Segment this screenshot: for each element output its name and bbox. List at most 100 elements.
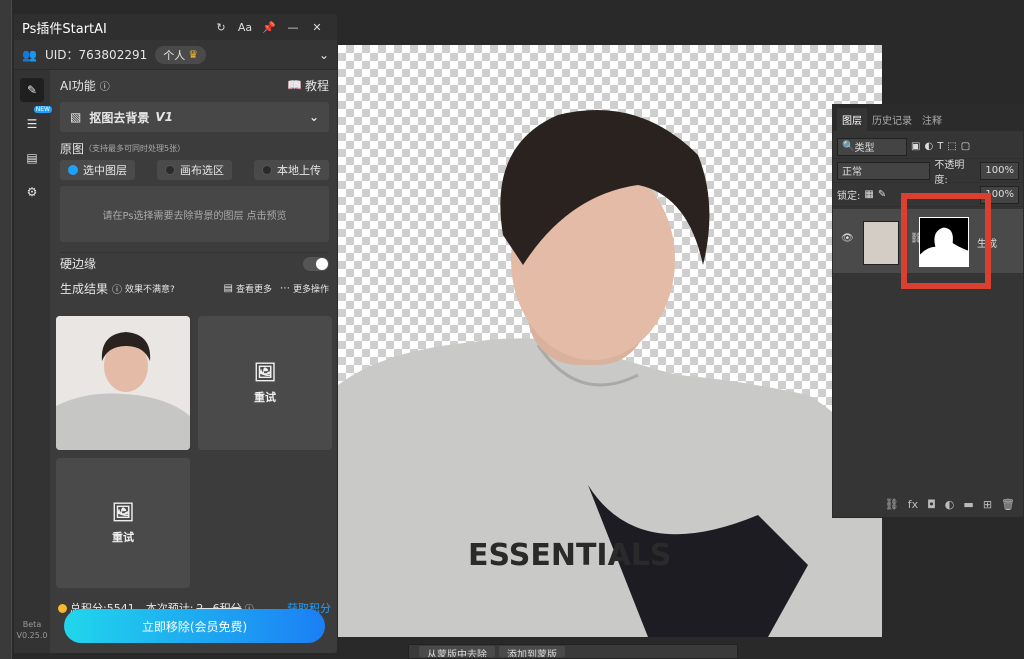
opacity-input[interactable]: 100% (980, 161, 1019, 180)
tab-history[interactable]: 历史记录 (867, 108, 917, 131)
layers-panel: 图层 历史记录 注释 🔍 类型 ▣ ◐ T ⬚ ▢ 正常 不透明度: 100% 锁… (832, 104, 1024, 518)
feature-label: 抠图去背景 (89, 110, 150, 125)
account-badge[interactable]: 个人 ♛ (155, 45, 207, 64)
link-layers-icon[interactable]: ⛓ (885, 498, 899, 511)
user-bar: 👥 UID：763802291 个人 ♛ ⌄ (14, 40, 337, 70)
brush-tool-button[interactable]: ✎ (20, 78, 44, 102)
hard-edge-toggle[interactable] (303, 256, 329, 271)
font-size-icon[interactable]: Aa (233, 21, 257, 34)
unsatisfied-link[interactable]: 效果不满意? (125, 282, 175, 295)
remove-now-button[interactable]: 立即移除(会员免费) (64, 609, 325, 643)
tab-layers[interactable]: 图层 (837, 108, 867, 131)
clipboard-tool-button[interactable]: ▤ (20, 146, 44, 170)
option-local-upload[interactable]: 本地上传 (254, 160, 329, 180)
text-filter-icon[interactable]: T (937, 141, 943, 152)
add-mask-button[interactable]: 添加到蒙版 (499, 646, 565, 657)
svg-text:ESSENTIALS: ESSENTIALS (468, 538, 672, 573)
lock-transparent-icon[interactable]: ▦ (864, 189, 873, 200)
user-icon: 👥 (22, 47, 37, 62)
minimize-icon[interactable]: — (281, 21, 305, 34)
adjust-filter-icon[interactable]: ◐ (924, 141, 933, 152)
gallery-icon: ▤ (223, 282, 233, 294)
uid-label: UID：763802291 (44, 48, 148, 62)
settings-button[interactable]: ⚙ (20, 180, 44, 204)
layer-thumbnail (863, 221, 899, 265)
more-actions-link[interactable]: 更多操作 (293, 282, 329, 295)
blend-mode-select[interactable]: 正常 (837, 161, 931, 180)
see-more-link[interactable]: 查看更多 (236, 282, 272, 295)
add-mask-icon[interactable]: ◘ (927, 498, 936, 511)
close-icon[interactable]: ✕ (305, 21, 329, 34)
tab-notes[interactable]: 注释 (917, 108, 947, 131)
info-icon[interactable]: ⓘ (112, 281, 122, 296)
pin-icon[interactable]: 📌 (257, 21, 281, 34)
image-filter-icon[interactable]: ▣ (911, 141, 920, 152)
info-icon[interactable]: ⓘ (100, 78, 110, 93)
plugin-main: AI功能 ⓘ 📖 教程 ▧ 抠图去背景 V1 ⌄ 原图 （支持最多可同时处理5张… (50, 70, 337, 653)
group-folder-icon[interactable]: ▬ (963, 498, 973, 511)
clipboard-icon: ▤ (26, 151, 38, 165)
option-selected-layer[interactable]: 选中图层 (60, 160, 135, 180)
lock-pixels-icon[interactable]: ✎ (878, 189, 886, 200)
gear-icon: ⚙ (26, 185, 38, 199)
crown-icon: ♛ (188, 48, 199, 61)
tutorial-link[interactable]: 教程 (305, 77, 329, 94)
result-thumbnail[interactable] (56, 316, 190, 450)
option-canvas-selection[interactable]: 画布选区 (157, 160, 232, 180)
source-hint-box: 请在Ps选择需要去除背景的图层 点击预览 (60, 186, 329, 242)
plugin-sidebar: ✎ ☰ NEW ▤ ⚙ Beta V0.25.0 (14, 70, 52, 653)
layers-footer: ⛓ fx ◘ ◐ ▬ ⊞ 🗑 (833, 491, 1023, 517)
layers-tabs: 图层 历史记录 注释 (833, 105, 1023, 131)
radio-icon (165, 165, 175, 175)
retry-card[interactable]: 🖼 重试 (56, 458, 190, 588)
feature-select[interactable]: ▧ 抠图去背景 V1 ⌄ (60, 102, 329, 132)
points-dot-icon (58, 603, 67, 613)
beta-label: Beta (22, 620, 42, 629)
preview-link[interactable]: 点击预览 (247, 207, 287, 222)
startai-panel: Ps插件StartAI ↻ Aa 📌 — ✕ 👥 UID：763802291 个… (13, 13, 338, 654)
version-label: V0.25.0 (16, 631, 48, 640)
refresh-icon[interactable]: ↻ (209, 21, 233, 34)
retry-label: 重试 (254, 390, 276, 404)
brush-icon: ✎ (26, 83, 38, 97)
fx-icon[interactable]: fx (908, 498, 918, 511)
eye-icon[interactable]: 👁 (841, 233, 854, 244)
subtract-mask-button[interactable]: 从蒙版中去除 (419, 646, 495, 657)
new-layer-icon[interactable]: ⊞ (983, 498, 992, 511)
opacity-label: 不透明度: (934, 159, 965, 186)
result-image (56, 316, 190, 450)
kind-label: 类型 (854, 143, 875, 154)
chevron-down-icon: ⌄ (308, 110, 319, 124)
account-label: 个人 (163, 48, 186, 62)
cutout-photo: ESSENTIALS (338, 110, 882, 637)
retry-label: 重试 (112, 530, 134, 544)
smart-filter-icon[interactable]: ▢ (961, 141, 970, 152)
book-icon: 📖 (287, 78, 302, 92)
adjustment-layer-icon[interactable]: ◐ (945, 498, 955, 511)
version-info: Beta V0.25.0 (14, 619, 50, 641)
blend-row: 正常 不透明度: 100% (833, 159, 1023, 186)
layers-tool-button[interactable]: ☰ NEW (20, 106, 52, 136)
radio-checked-icon (68, 165, 78, 175)
plugin-titlebar: Ps插件StartAI ↻ Aa 📌 — ✕ (14, 14, 337, 40)
lock-label: 锁定: (837, 191, 861, 202)
filter-row: 🔍 类型 ▣ ◐ T ⬚ ▢ (833, 135, 1023, 159)
option-label: 本地上传 (277, 164, 321, 177)
option-label: 选中图层 (83, 164, 127, 177)
document-canvas[interactable]: ESSENTIALS (338, 45, 882, 637)
image-error-icon: 🖼 (253, 361, 277, 383)
hard-edge-label: 硬边缘 (60, 257, 97, 271)
shape-filter-icon[interactable]: ⬚ (947, 141, 956, 152)
results-label: 生成结果 (60, 281, 109, 296)
search-icon: 🔍 (842, 141, 855, 152)
trash-icon[interactable]: 🗑 (1001, 498, 1015, 511)
contextual-taskbar: 从蒙版中去除 添加到蒙版 (408, 644, 738, 659)
feature-icon: ▧ (70, 110, 82, 124)
mask-highlight (901, 193, 991, 289)
retry-card[interactable]: 🖼 重试 (198, 316, 332, 450)
layers-icon: ☰ (26, 117, 38, 131)
source-label: 原图 (60, 141, 85, 156)
chevron-down-icon[interactable]: ⌄ (319, 48, 329, 62)
kind-filter[interactable]: 🔍 类型 (837, 137, 907, 156)
source-hint: （支持最多可同时处理5张） (84, 143, 186, 153)
